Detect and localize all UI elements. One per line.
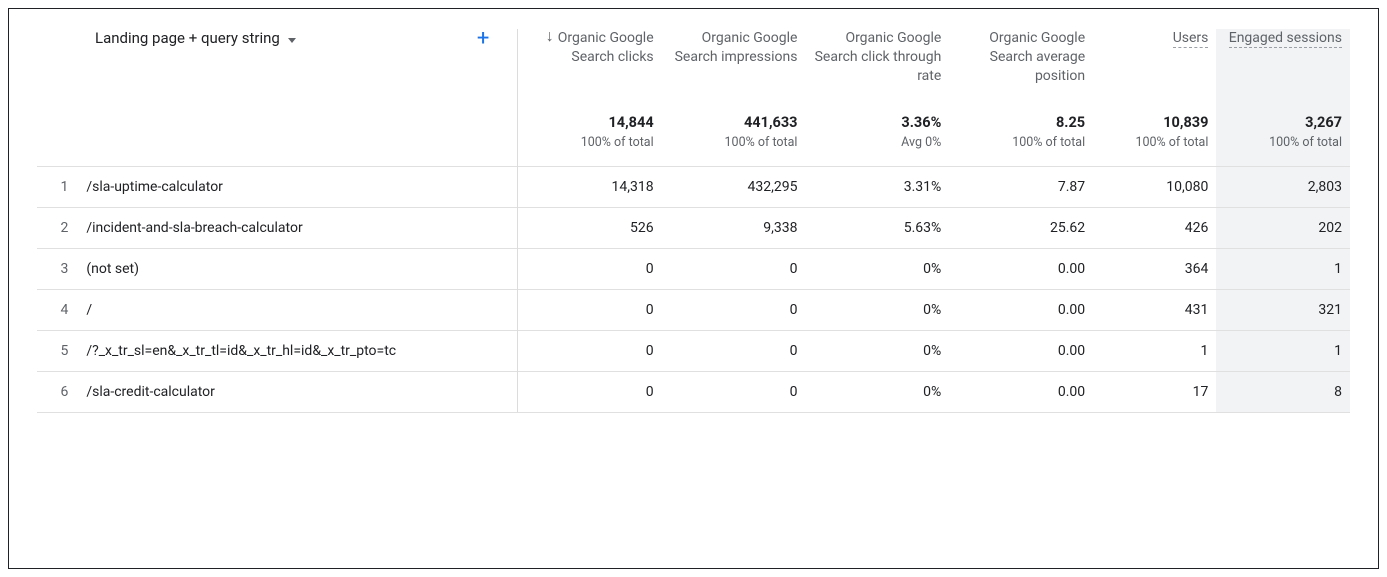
- landing-page-cell[interactable]: /sla-credit-calculator: [86, 372, 518, 413]
- total-value: 14,844: [526, 114, 653, 131]
- row-index: 6: [37, 372, 86, 413]
- total-sub: 100% of total: [957, 135, 1085, 160]
- table-row[interactable]: 4/000%0.00431321: [37, 290, 1350, 331]
- metric-cell: 0: [662, 372, 806, 413]
- metric-cell: 14,318: [518, 167, 662, 208]
- metric-cell: 10,080: [1093, 167, 1216, 208]
- metric-cell: 0: [518, 331, 662, 372]
- metric-cell: 0.00: [949, 290, 1093, 331]
- report-table-card: Landing page + query string + ↓ Organic G…: [8, 8, 1379, 569]
- landing-page-cell[interactable]: /: [86, 290, 518, 331]
- report-table: Landing page + query string + ↓ Organic G…: [37, 29, 1350, 413]
- metric-cell: 0%: [805, 249, 949, 290]
- metric-cell: 1: [1216, 331, 1350, 372]
- dimension-header: Landing page + query string +: [37, 29, 518, 96]
- total-position: 8.25 100% of total: [949, 96, 1093, 167]
- row-index: 2: [37, 208, 86, 249]
- metric-cell: 0%: [805, 290, 949, 331]
- metric-cell: 7.87: [949, 167, 1093, 208]
- metric-cell: 0: [662, 331, 806, 372]
- metric-cell: 17: [1093, 372, 1216, 413]
- total-value: 8.25: [957, 114, 1085, 131]
- total-users: 10,839 100% of total: [1093, 96, 1216, 167]
- row-index: 5: [37, 331, 86, 372]
- metric-cell: 0%: [805, 331, 949, 372]
- sort-desc-icon: ↓: [546, 29, 554, 43]
- row-index: 3: [37, 249, 86, 290]
- metric-cell: 0: [518, 249, 662, 290]
- total-ctr: 3.36% Avg 0%: [805, 96, 949, 167]
- col-header-label: Engaged sessions: [1229, 30, 1342, 48]
- total-value: 3.36%: [813, 114, 941, 131]
- metric-cell: 3.31%: [805, 167, 949, 208]
- total-sub: 100% of total: [1101, 135, 1208, 160]
- metric-cell: 0.00: [949, 249, 1093, 290]
- total-sub: Avg 0%: [813, 135, 941, 160]
- metric-cell: 9,338: [662, 208, 806, 249]
- row-index: 4: [37, 290, 86, 331]
- total-sub: 100% of total: [1224, 135, 1342, 160]
- table-row[interactable]: 5/?_x_tr_sl=en&_x_tr_tl=id&_x_tr_hl=id&_…: [37, 331, 1350, 372]
- total-sub: 100% of total: [670, 135, 798, 160]
- metric-cell: 0%: [805, 372, 949, 413]
- col-header-users[interactable]: Users: [1093, 29, 1216, 96]
- total-engaged-sessions: 3,267 100% of total: [1216, 96, 1350, 167]
- col-header-label: Users: [1173, 30, 1209, 48]
- row-index: 1: [37, 167, 86, 208]
- add-dimension-button[interactable]: +: [477, 32, 489, 46]
- dimension-selector[interactable]: Landing page + query string: [95, 29, 296, 48]
- col-header-position[interactable]: Organic Google Search average position: [949, 29, 1093, 96]
- metric-cell: 25.62: [949, 208, 1093, 249]
- metric-cell: 0.00: [949, 331, 1093, 372]
- col-header-label: Organic Google Search average position: [989, 30, 1085, 84]
- total-value: 441,633: [670, 114, 798, 131]
- metric-cell: 0.00: [949, 372, 1093, 413]
- metric-cell: 364: [1093, 249, 1216, 290]
- col-header-label: Organic Google Search impressions: [675, 30, 798, 65]
- metric-cell: 321: [1216, 290, 1350, 331]
- landing-page-cell[interactable]: (not set): [86, 249, 518, 290]
- metric-cell: 426: [1093, 208, 1216, 249]
- landing-page-cell[interactable]: /?_x_tr_sl=en&_x_tr_tl=id&_x_tr_hl=id&_x…: [86, 331, 518, 372]
- total-value: 10,839: [1101, 114, 1208, 131]
- metric-cell: 526: [518, 208, 662, 249]
- total-impressions: 441,633 100% of total: [662, 96, 806, 167]
- table-row[interactable]: 1/sla-uptime-calculator14,318432,2953.31…: [37, 167, 1350, 208]
- total-sub: 100% of total: [526, 135, 653, 160]
- metric-cell: 431: [1093, 290, 1216, 331]
- table-row[interactable]: 3(not set)000%0.003641: [37, 249, 1350, 290]
- col-header-label: Organic Google Search click through rate: [815, 30, 942, 84]
- metric-cell: 1: [1216, 249, 1350, 290]
- metric-cell: 0: [518, 372, 662, 413]
- landing-page-cell[interactable]: /sla-uptime-calculator: [86, 167, 518, 208]
- chevron-down-icon: [288, 38, 296, 43]
- metric-cell: 0: [518, 290, 662, 331]
- metric-cell: 5.63%: [805, 208, 949, 249]
- metric-cell: 2,803: [1216, 167, 1350, 208]
- landing-page-cell[interactable]: /incident-and-sla-breach-calculator: [86, 208, 518, 249]
- dimension-label: Landing page + query string: [95, 29, 280, 47]
- metric-cell: 0: [662, 290, 806, 331]
- table-row[interactable]: 6/sla-credit-calculator000%0.00178: [37, 372, 1350, 413]
- metric-cell: 0: [662, 249, 806, 290]
- col-header-clicks[interactable]: ↓ Organic Google Search clicks: [518, 29, 662, 96]
- metric-cell: 432,295: [662, 167, 806, 208]
- total-clicks: 14,844 100% of total: [518, 96, 662, 167]
- col-header-ctr[interactable]: Organic Google Search click through rate: [805, 29, 949, 96]
- col-header-impressions[interactable]: Organic Google Search impressions: [662, 29, 806, 96]
- table-body: 1/sla-uptime-calculator14,318432,2953.31…: [37, 167, 1350, 413]
- total-value: 3,267: [1224, 114, 1342, 131]
- col-header-label: Organic Google Search clicks: [558, 30, 654, 65]
- col-header-engaged-sessions[interactable]: Engaged sessions: [1216, 29, 1350, 96]
- metric-cell: 1: [1093, 331, 1216, 372]
- metric-cell: 202: [1216, 208, 1350, 249]
- table-row[interactable]: 2/incident-and-sla-breach-calculator5269…: [37, 208, 1350, 249]
- metric-cell: 8: [1216, 372, 1350, 413]
